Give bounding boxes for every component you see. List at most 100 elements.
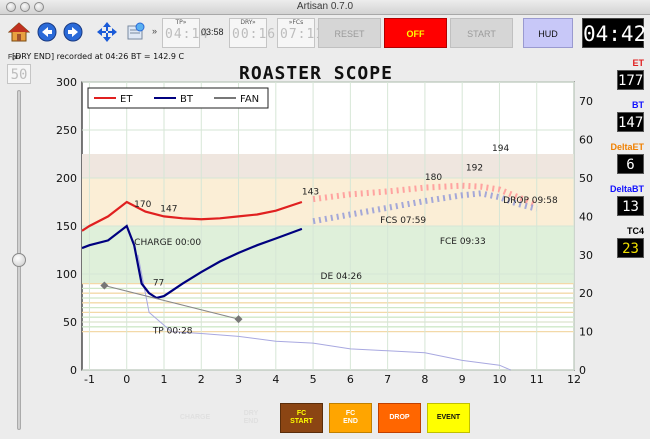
fcs-lcd-value: 07:11 [280,27,325,42]
annotation: TP 00:28 [152,327,193,337]
annotation: CHARGE 00:00 [134,238,201,248]
band-maillard [82,178,574,226]
fc-end-event-button[interactable]: FC END [329,403,372,433]
dry-end-line2: END [243,418,259,425]
y2-tick-label: 10 [579,326,593,339]
x-tick-label: 8 [421,373,428,386]
window-title: Artisan 0.7.0 [296,1,354,12]
dry-end-event-button[interactable]: DRY END [226,403,276,433]
annotation: 194 [492,144,509,154]
move-icon[interactable] [96,21,118,43]
x-tick-label: 9 [459,373,466,386]
fc-start-line1: FC [296,409,307,417]
roaster-chart[interactable]: -1 0 1 2 3 4 5 6 7 8 9 10 11 120501001502002503000102… [36,62,606,402]
y2-tick-label: 70 [579,95,593,108]
y2-tick-label: 30 [579,249,593,262]
legend-label-et: ET [120,94,133,105]
fan-lcd: 50 [7,64,31,84]
roast-timer: 04:42 [582,18,646,48]
toolbar-arrow: » [152,26,158,36]
y-tick-label: 0 [70,364,77,377]
fcs-lcd: »FCs 07:11 [277,18,325,48]
charge-event-button[interactable]: CHARGE [170,403,220,433]
hud-button[interactable]: HUD [523,18,573,48]
dry-end-line1: DRY [243,409,259,417]
dry-lcd: DRY» 00:16 [229,18,277,48]
tp-lcd-value: 04:14 [165,27,210,42]
zoom-icon[interactable] [125,21,147,43]
drop-event-button[interactable]: DROP [378,403,421,433]
event-button[interactable]: EVENT [427,403,470,433]
x-tick-label: 2 [198,373,205,386]
annotation: 192 [466,163,483,173]
readout-label-tc4: TC4 [626,226,644,236]
y2-tick-label: 0 [579,364,586,377]
forward-arrow-icon[interactable] [62,21,84,43]
fan-label: Fan [8,54,21,61]
y2-tick-label: 40 [579,210,593,223]
y-tick-label: 50 [63,316,77,329]
readout-label-deltabt: DeltaBT [609,184,644,194]
legend-label-fan: FAN [240,94,259,105]
readout-label-bt: BT [632,100,644,110]
tp-lcd: TP» 04:14 [162,18,210,48]
dry-lcd-value: 00:16 [232,27,277,42]
annotation: DE 04:26 [321,272,363,282]
readout-value-deltabt: 13 [617,196,644,216]
annotation: FCS 07:59 [380,216,426,226]
x-tick-label: -1 [84,373,95,386]
y2-tick-label: 50 [579,172,593,185]
y-tick-label: 250 [56,124,77,137]
fc-end-line1: FC [345,409,356,417]
y2-tick-label: 60 [579,134,593,147]
dry-lcd-label: DRY» [240,19,256,26]
x-tick-label: 0 [123,373,130,386]
off-button[interactable]: OFF [384,18,447,48]
y-tick-label: 300 [56,76,77,89]
fc-end-line2: END [343,418,358,425]
fc-start-event-button[interactable]: FC START [280,403,323,433]
back-arrow-icon[interactable] [36,21,58,43]
readout-value-bt: 147 [617,112,644,132]
legend-label-bt: BT [180,94,194,105]
tp-lcd-label: TP» [175,19,187,26]
drop-label: DROP [389,413,410,421]
fc-start-line2: START [290,418,313,425]
y-tick-label: 200 [56,172,77,185]
annotation: 143 [302,187,319,197]
x-tick-label: 5 [310,373,317,386]
window-titlebar: Artisan 0.7.0 [0,0,650,15]
y2-tick-label: 20 [579,287,593,300]
chart-title: ROASTER SCOPE [239,63,393,84]
annotation: 170 [134,200,151,210]
y-tick-label: 100 [56,268,77,281]
event-label: EVENT [436,413,461,421]
annotation: FCE 09:33 [440,237,486,247]
charge-event-label: CHARGE [179,413,211,421]
band-roast [82,154,574,178]
x-tick-label: 10 [492,373,506,386]
readout-value-et: 177 [617,70,644,90]
x-tick-label: 7 [384,373,391,386]
fan-slider-handle[interactable] [12,253,26,267]
x-tick-label: 1 [161,373,168,386]
status-message: [DRY END] recorded at 04:26 BT = 142.9 C [12,52,185,61]
reset-button[interactable]: RESET [318,18,381,48]
home-icon[interactable] [8,21,30,43]
readout-label-et: ET [632,58,644,68]
x-tick-label: 4 [272,373,279,386]
x-tick-label: 6 [347,373,354,386]
annotation: 180 [425,173,442,183]
x-tick-label: 3 [235,373,242,386]
annotation: 77 [153,279,164,289]
start-button[interactable]: START [450,18,513,48]
y-tick-label: 150 [56,220,77,233]
annotation: 147 [160,205,177,215]
annotation: DROP 09:58 [503,196,558,206]
readout-value-tc4: 23 [617,238,644,258]
fcs-lcd-label: »FCs [288,19,304,26]
tp-elapsed: 03:58 [201,27,224,37]
x-tick-label: 11 [530,373,544,386]
readout-label-deltaet: DeltaET [610,142,644,152]
readout-value-deltaet: 6 [617,154,644,174]
